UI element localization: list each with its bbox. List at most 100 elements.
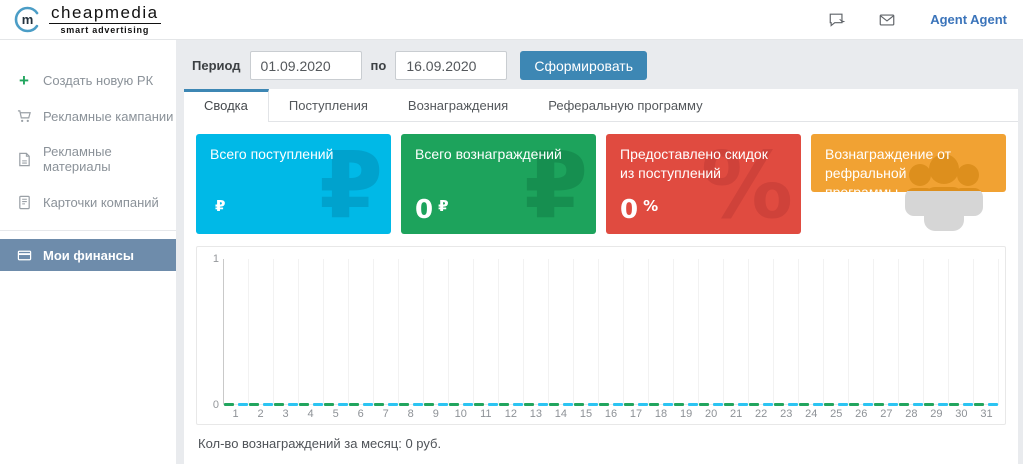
series-cyan-bar <box>613 403 623 406</box>
series-green-bar <box>549 403 559 406</box>
sidebar: + Создать новую РК Рекламные кампании <box>0 40 176 464</box>
series-green-bar <box>774 403 784 406</box>
sidebar-item-my-finances[interactable]: Мои финансы <box>0 239 176 271</box>
x-tick-label: 2 <box>248 408 273 420</box>
sidebar-item-company-cards[interactable]: Карточки компаний <box>0 184 176 220</box>
to-label: по <box>371 58 387 73</box>
sidebar-item-label: Рекламные материалы <box>43 144 176 174</box>
x-tick-label: 23 <box>774 408 799 420</box>
series-cyan-bar <box>538 403 548 406</box>
chart-day-column <box>424 259 449 404</box>
series-green-bar <box>924 403 934 406</box>
x-tick-label: 6 <box>348 408 373 420</box>
x-tick-label: 24 <box>799 408 824 420</box>
series-green-bar <box>974 403 984 406</box>
y-axis-labels: 10 <box>201 259 223 405</box>
chart-day-column <box>624 259 649 404</box>
series-cyan-bar <box>238 403 248 406</box>
series-green-bar <box>399 403 409 406</box>
monthly-rewards-note: Кол-во вознаграждений за месяц: 0 руб. <box>184 425 1018 464</box>
series-cyan-bar <box>688 403 698 406</box>
logo-subtitle: smart advertising <box>60 25 149 35</box>
x-tick-label: 19 <box>674 408 699 420</box>
series-cyan-bar <box>463 403 473 406</box>
series-cyan-bar <box>813 403 823 406</box>
x-tick-label: 22 <box>749 408 774 420</box>
x-tick-label: 17 <box>624 408 649 420</box>
x-tick-label: 16 <box>598 408 623 420</box>
series-green-bar <box>324 403 334 406</box>
finance-panel: Сводка Поступления Вознаграждения Рефера… <box>184 89 1018 464</box>
chart-plot <box>223 259 999 405</box>
card-title: Вознаграждение от рефральной программы <box>825 145 975 202</box>
sidebar-item-materials[interactable]: Рекламные материалы <box>0 134 176 184</box>
logo-ring-icon: m <box>14 6 41 33</box>
chart-day-column <box>724 259 749 404</box>
date-to-input[interactable] <box>395 51 507 80</box>
series-green-bar <box>349 403 359 406</box>
series-cyan-bar <box>663 403 673 406</box>
card-value: 0₽ <box>415 197 582 223</box>
x-tick-label: 8 <box>398 408 423 420</box>
series-green-bar <box>374 403 384 406</box>
series-cyan-bar <box>388 403 398 406</box>
generate-report-button[interactable]: Сформировать <box>520 51 647 80</box>
series-cyan-bar <box>963 403 973 406</box>
sidebar-item-campaigns[interactable]: Рекламные кампании <box>0 98 176 134</box>
chart-day-column <box>749 259 774 404</box>
series-cyan-bar <box>888 403 898 406</box>
tab-referral-program[interactable]: Реферальную программу <box>528 89 722 121</box>
series-green-bar <box>474 403 484 406</box>
series-green-bar <box>524 403 534 406</box>
x-tick-label: 11 <box>473 408 498 420</box>
sidebar-item-create-campaign[interactable]: + Создать новую РК <box>0 62 176 98</box>
series-green-bar <box>649 403 659 406</box>
tab-receipts[interactable]: Поступления <box>269 89 388 121</box>
x-tick-label: 28 <box>899 408 924 420</box>
series-cyan-bar <box>288 403 298 406</box>
x-tick-label: 10 <box>448 408 473 420</box>
series-green-bar <box>674 403 684 406</box>
series-cyan-bar <box>763 403 773 406</box>
series-green-bar <box>299 403 309 406</box>
series-cyan-bar <box>863 403 873 406</box>
series-cyan-bar <box>563 403 573 406</box>
x-tick-label: 5 <box>323 408 348 420</box>
x-axis-labels: 1234567891011121314151617181920212223242… <box>223 408 999 420</box>
chart-day-column <box>699 259 724 404</box>
x-tick-label: 27 <box>874 408 899 420</box>
date-from-input[interactable] <box>250 51 362 80</box>
chart-day-column <box>399 259 424 404</box>
x-tick-label: 1 <box>223 408 248 420</box>
x-tick-label: 12 <box>498 408 523 420</box>
chat-icon[interactable] <box>828 11 846 29</box>
series-cyan-bar <box>838 403 848 406</box>
series-green-bar <box>574 403 584 406</box>
sidebar-item-label: Карточки компаний <box>43 195 159 210</box>
x-tick-label: 21 <box>724 408 749 420</box>
series-cyan-bar <box>488 403 498 406</box>
chart-day-column <box>324 259 349 404</box>
chart-day-column <box>849 259 874 404</box>
card-value: ₽ <box>210 197 377 223</box>
tab-rewards[interactable]: Вознаграждения <box>388 89 528 121</box>
tab-bar: Сводка Поступления Вознаграждения Рефера… <box>184 89 1018 122</box>
series-green-bar <box>599 403 609 406</box>
series-green-bar <box>499 403 509 406</box>
envelope-icon[interactable] <box>878 11 896 29</box>
cheapmedia-logo[interactable]: m cheapmedia smart advertising <box>14 4 161 36</box>
logo-title: cheapmedia <box>49 4 161 25</box>
chart-day-column <box>374 259 399 404</box>
chart-day-column <box>974 259 999 404</box>
tab-summary[interactable]: Сводка <box>184 89 269 122</box>
series-green-bar <box>449 403 459 406</box>
document-icon <box>16 151 32 167</box>
card-discounts: Предоставлено скидок из поступлений 0% % <box>606 134 801 234</box>
series-cyan-bar <box>713 403 723 406</box>
series-green-bar <box>724 403 734 406</box>
sidebar-item-label: Создать новую РК <box>43 73 153 88</box>
user-menu[interactable]: Agent Agent <box>930 12 1007 27</box>
chart-day-column <box>249 259 274 404</box>
chart-day-column <box>674 259 699 404</box>
sidebar-divider <box>0 230 176 231</box>
